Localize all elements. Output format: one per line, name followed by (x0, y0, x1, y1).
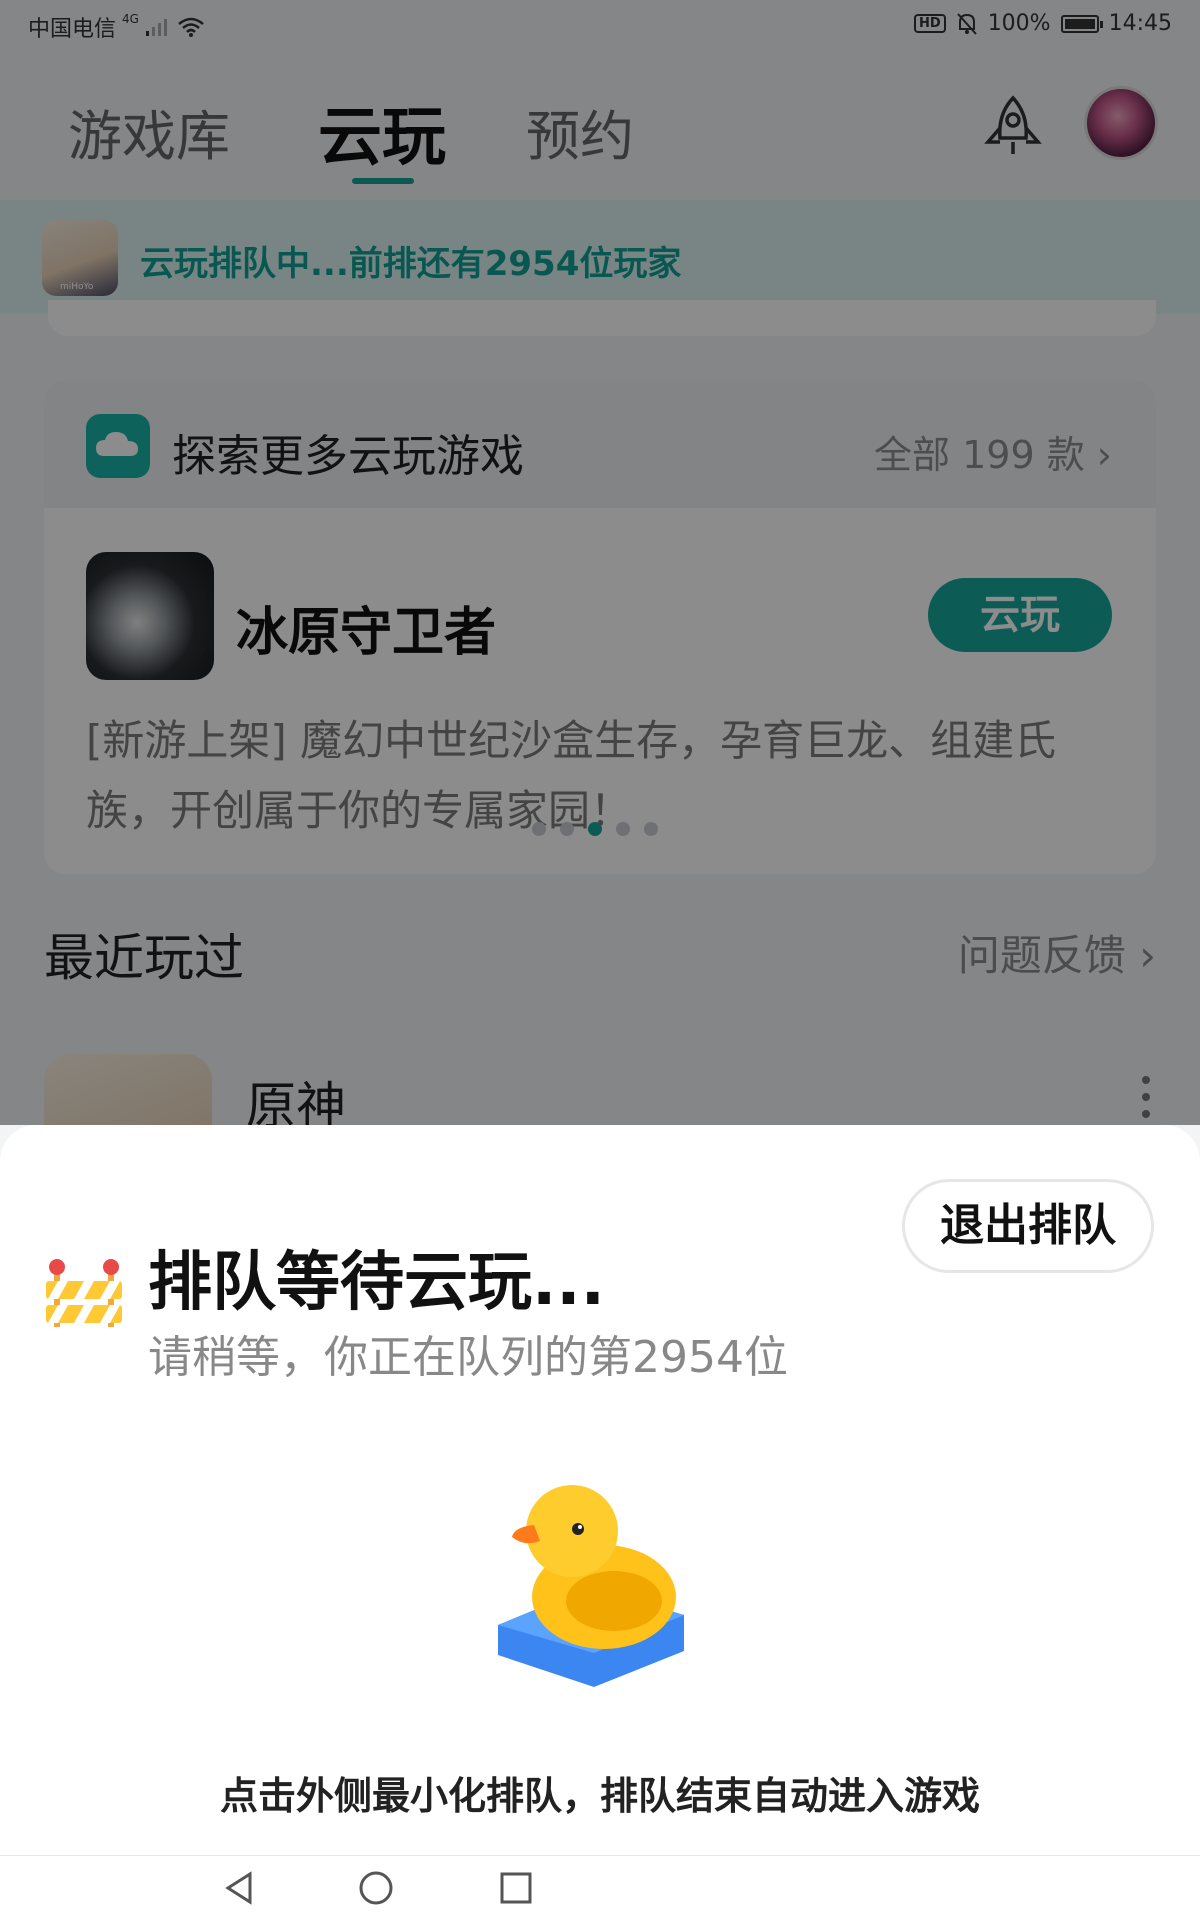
recents-icon[interactable] (496, 1868, 536, 1908)
minimize-hint: 点击外侧最小化排队，排队结束自动进入游戏 (219, 1774, 980, 1818)
home-icon[interactable] (356, 1868, 396, 1908)
duck-illustration (498, 1485, 684, 1687)
dim-overlay[interactable] (0, 0, 1200, 1125)
sheet-subtitle: 请稍等，你正在队列的第2954位 (148, 1332, 788, 1383)
exit-queue-button[interactable]: 退出排队 (902, 1179, 1154, 1273)
sheet-title: 排队等待云玩... (148, 1246, 605, 1320)
barrier-icon (46, 1259, 122, 1327)
system-nav-bar (0, 1855, 1200, 1920)
app-screen: 中国电信 4G HD 100% 14:45 游戏库 云玩 预约 miHoYo 云… (0, 0, 1200, 1920)
queue-bottom-sheet: 退出排队 排队等待云玩... 请稍等，你正在队列的第2954位 点击外侧最小化排… (0, 1125, 1200, 1855)
back-icon[interactable] (220, 1868, 260, 1908)
